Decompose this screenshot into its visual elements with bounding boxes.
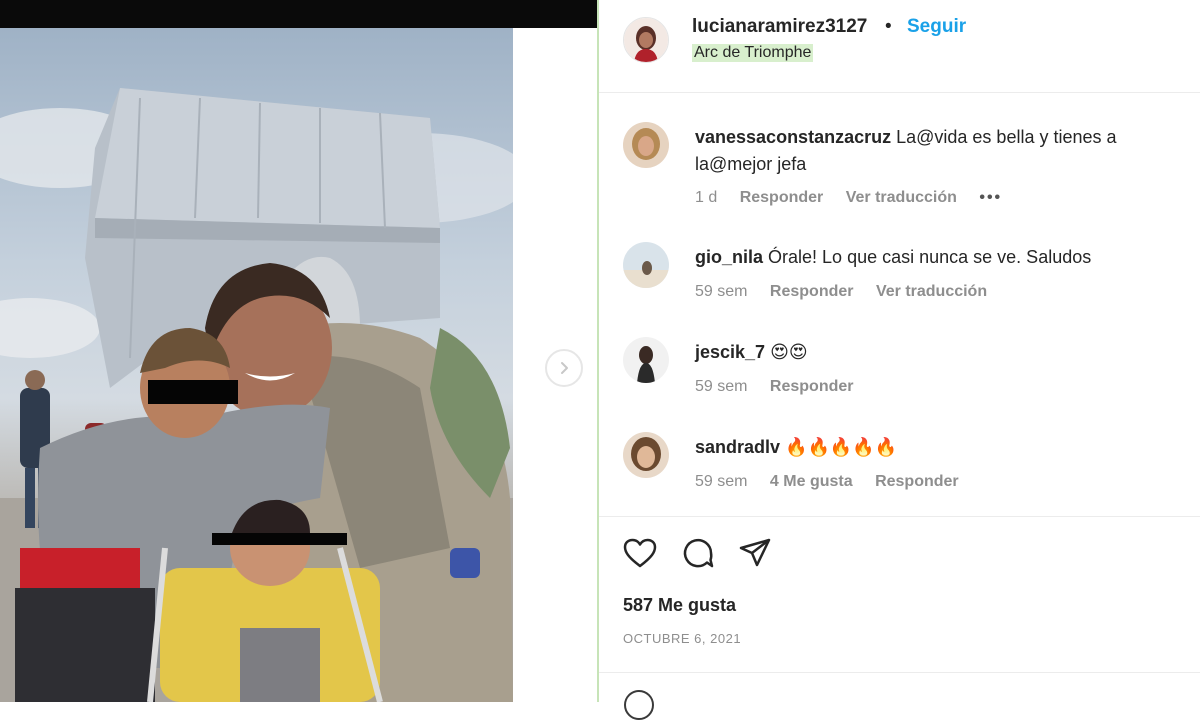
comment-item: vanessaconstanzacruz La@vida es bella y … <box>599 110 1200 220</box>
heart-icon[interactable] <box>622 535 658 571</box>
comment-item: sandradlv 🔥🔥🔥🔥🔥 59 sem 4 Me gusta Respon… <box>599 420 1200 510</box>
translate-button[interactable]: Ver traducción <box>846 189 957 206</box>
author-username[interactable]: lucianaramirez3127 <box>692 16 867 38</box>
header-separator: • <box>885 16 892 37</box>
comment-text: 😍😍 <box>770 342 808 362</box>
post-photo[interactable] <box>0 28 513 702</box>
reply-button[interactable]: Responder <box>875 473 959 490</box>
author-avatar[interactable] <box>623 17 669 63</box>
reply-button[interactable]: Responder <box>770 378 854 395</box>
commenter-avatar[interactable] <box>623 242 669 288</box>
comment-username[interactable]: jescik_7 <box>695 342 765 362</box>
post-location[interactable]: Arc de Triomphe <box>692 44 814 62</box>
comment-text: 🔥🔥🔥🔥🔥 <box>785 437 898 457</box>
comment-text: Órale! Lo que casi nunca se ve. Saludos <box>768 247 1092 267</box>
post-header: lucianaramirez3127 • Seguir Arc de Triom… <box>599 0 1200 90</box>
post-date: OCTUBRE 6, 2021 <box>623 631 742 646</box>
face-blur-bar <box>148 380 238 404</box>
next-photo-button[interactable] <box>545 349 583 387</box>
reply-button[interactable]: Responder <box>740 189 824 206</box>
commenter-avatar[interactable] <box>623 432 669 478</box>
more-options-icon[interactable]: ••• <box>979 189 1002 206</box>
actions-divider <box>599 516 1200 517</box>
comment-likes[interactable]: 4 Me gusta <box>770 473 853 490</box>
reply-button[interactable]: Responder <box>770 283 854 300</box>
comment-meta: 1 d Responder Ver traducción ••• <box>695 189 1020 207</box>
comment-item: gio_nila Órale! Lo que casi nunca se ve.… <box>599 230 1200 320</box>
comment-username[interactable]: gio_nila <box>695 247 763 267</box>
commenter-avatar[interactable] <box>623 337 669 383</box>
comment-meta: 59 sem Responder <box>695 378 872 396</box>
footer-divider <box>599 672 1200 673</box>
photo-illustration <box>0 88 513 702</box>
chevron-right-icon <box>561 362 568 374</box>
comment-meta: 59 sem Responder Ver traducción <box>695 283 1005 301</box>
commenter-avatar[interactable] <box>623 122 669 168</box>
comment-username[interactable]: vanessaconstanzacruz <box>695 127 891 147</box>
baby-face-bar <box>212 533 347 545</box>
translate-button[interactable]: Ver traducción <box>876 283 987 300</box>
comment-username[interactable]: sandradlv <box>695 437 780 457</box>
comment-time: 1 d <box>695 189 718 206</box>
comment-time: 59 sem <box>695 283 748 300</box>
top-redaction-bar <box>0 0 597 28</box>
follow-button[interactable]: Seguir <box>907 16 966 38</box>
comment-item: jescik_7 😍😍 59 sem Responder <box>599 325 1200 415</box>
comment-time: 59 sem <box>695 473 748 490</box>
header-divider <box>599 92 1200 93</box>
comment-icon[interactable] <box>680 535 716 571</box>
comment-time: 59 sem <box>695 378 748 395</box>
share-icon[interactable] <box>737 535 773 571</box>
like-count[interactable]: 587 Me gusta <box>623 595 736 616</box>
comment-meta: 59 sem 4 Me gusta Responder <box>695 473 977 491</box>
emoji-icon[interactable] <box>624 690 654 720</box>
